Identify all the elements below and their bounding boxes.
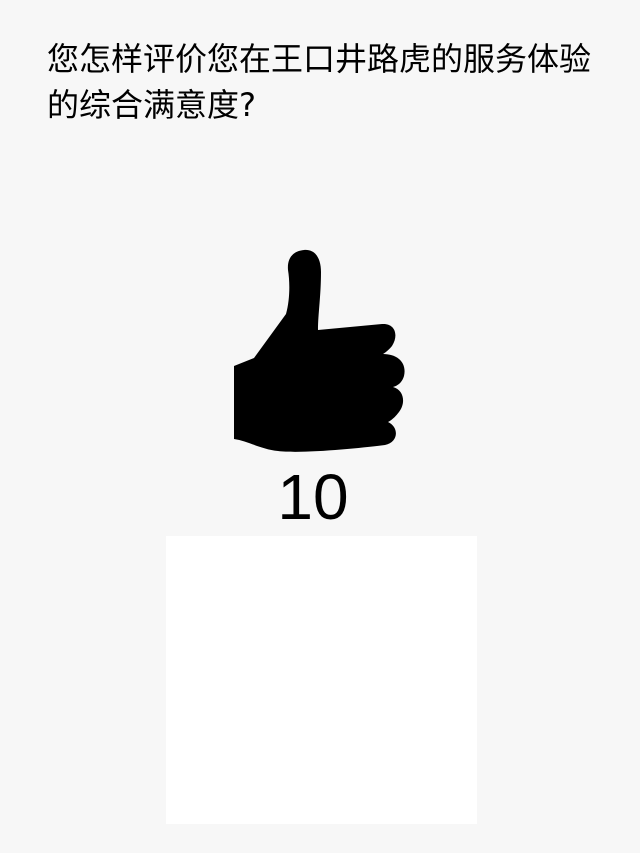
survey-screen: 您怎样评价您在王口井路虎的服务体验的综合满意度? 10	[0, 0, 640, 853]
rating-slider-area[interactable]	[166, 536, 477, 824]
thumbs-up-icon	[232, 248, 408, 454]
rating-score: 10	[277, 461, 349, 533]
question-text: 您怎样评价您在王口井路虎的服务体验的综合满意度?	[47, 40, 592, 124]
